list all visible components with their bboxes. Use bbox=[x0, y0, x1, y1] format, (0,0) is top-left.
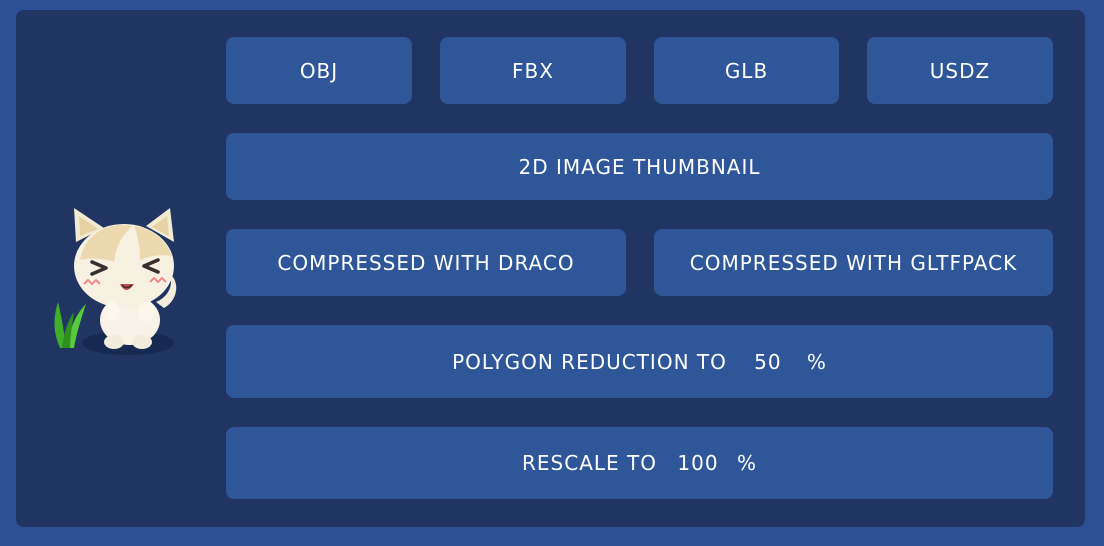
model-preview-image bbox=[46, 200, 186, 360]
polygon-reduction-label: POLYGON REDUCTION TO bbox=[452, 349, 727, 374]
export-fbx-label: FBX bbox=[512, 58, 554, 83]
export-glb-button[interactable]: GLB bbox=[654, 37, 839, 104]
export-fbx-button[interactable]: FBX bbox=[440, 37, 626, 104]
cat-model-icon bbox=[54, 208, 177, 355]
thumbnail-button[interactable]: 2D IMAGE THUMBNAIL bbox=[226, 133, 1053, 200]
polygon-reduction-value[interactable]: 50 bbox=[737, 350, 799, 374]
export-obj-label: OBJ bbox=[299, 58, 339, 83]
thumbnail-label: 2D IMAGE THUMBNAIL bbox=[518, 154, 761, 179]
compress-draco-label: COMPRESSED WITH DRACO bbox=[277, 250, 575, 275]
compress-gltfpack-button[interactable]: COMPRESSED WITH GLTFPACK bbox=[654, 229, 1053, 296]
export-usdz-button[interactable]: USDZ bbox=[867, 37, 1053, 104]
polygon-reduction-button[interactable]: POLYGON REDUCTION TO 50 % bbox=[226, 325, 1053, 398]
export-obj-button[interactable]: OBJ bbox=[226, 37, 412, 104]
rescale-value[interactable]: 100 bbox=[667, 451, 729, 475]
polygon-reduction-unit: % bbox=[806, 349, 827, 374]
rescale-button[interactable]: RESCALE TO 100 % bbox=[226, 427, 1053, 499]
export-usdz-label: USDZ bbox=[929, 58, 991, 83]
rescale-label: RESCALE TO bbox=[522, 451, 657, 475]
rescale-unit: % bbox=[736, 451, 757, 475]
compress-gltfpack-label: COMPRESSED WITH GLTFPACK bbox=[689, 250, 1018, 275]
export-glb-label: GLB bbox=[724, 58, 769, 83]
compress-draco-button[interactable]: COMPRESSED WITH DRACO bbox=[226, 229, 626, 296]
